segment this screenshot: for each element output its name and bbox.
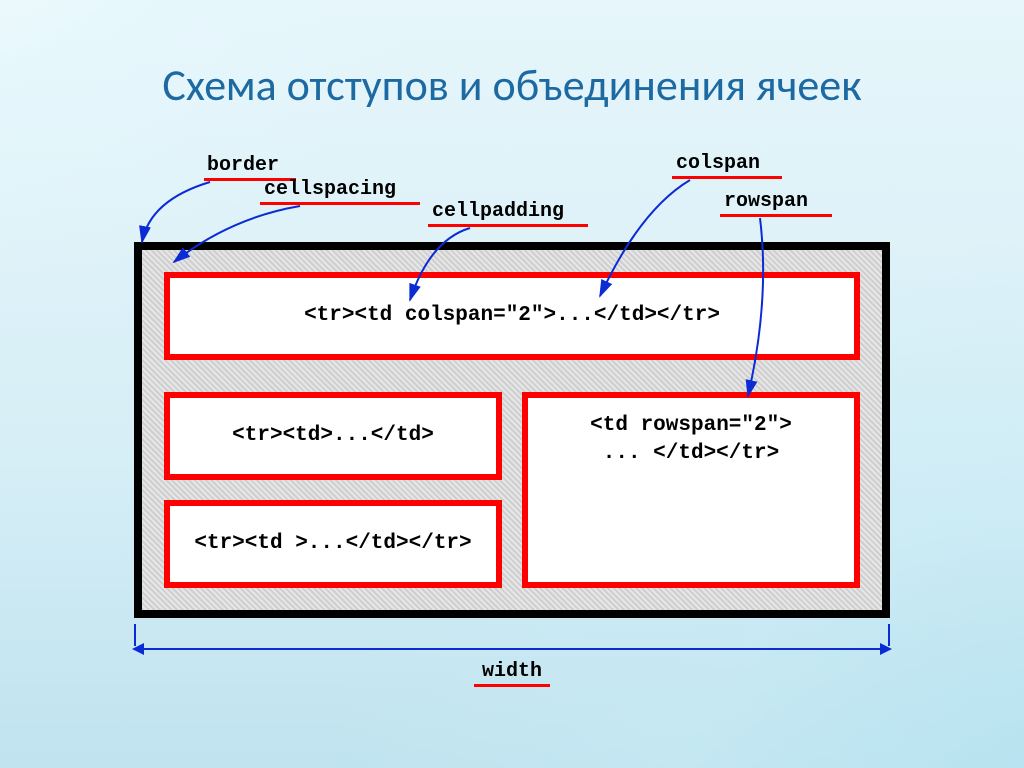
cell-row2: <tr><td>...</td> bbox=[164, 392, 502, 480]
label-cellspacing: cellspacing bbox=[264, 180, 396, 200]
arrow-left-icon bbox=[132, 643, 144, 655]
cell-rowspan: <td rowspan="2"> ... </td></tr> bbox=[522, 392, 860, 588]
cell-row2-code: <tr><td>...</td> bbox=[232, 422, 434, 450]
width-line-wrap bbox=[134, 648, 890, 650]
cell-row3-code: <tr><td >...</td></tr> bbox=[194, 530, 471, 558]
underline-rowspan bbox=[720, 214, 832, 217]
slide-title: Схема отступов и объединения ячеек bbox=[0, 58, 1024, 112]
table-container: <tr><td colspan="2">...</td></tr> <tr><t… bbox=[134, 242, 890, 618]
underline-colspan bbox=[672, 176, 782, 179]
underline-cellspacing bbox=[260, 202, 420, 205]
cell-row3: <tr><td >...</td></tr> bbox=[164, 500, 502, 588]
slide: Схема отступов и объединения ячеек borde… bbox=[0, 0, 1024, 768]
label-width: width bbox=[482, 660, 542, 683]
width-line bbox=[142, 648, 882, 650]
underline-cellpadding bbox=[428, 224, 588, 227]
label-border: border bbox=[207, 156, 279, 176]
cell-colspan-code: <tr><td colspan="2">...</td></tr> bbox=[304, 302, 720, 330]
label-cellpadding: cellpadding bbox=[432, 202, 564, 222]
label-rowspan: rowspan bbox=[724, 192, 808, 212]
cell-colspan-row: <tr><td colspan="2">...</td></tr> bbox=[164, 272, 860, 360]
cell-rowspan-code: <td rowspan="2"> ... </td></tr> bbox=[590, 412, 792, 469]
label-colspan: colspan bbox=[676, 154, 760, 174]
width-measure: width bbox=[134, 636, 890, 692]
arrow-right-icon bbox=[880, 643, 892, 655]
underline-width bbox=[474, 684, 550, 687]
